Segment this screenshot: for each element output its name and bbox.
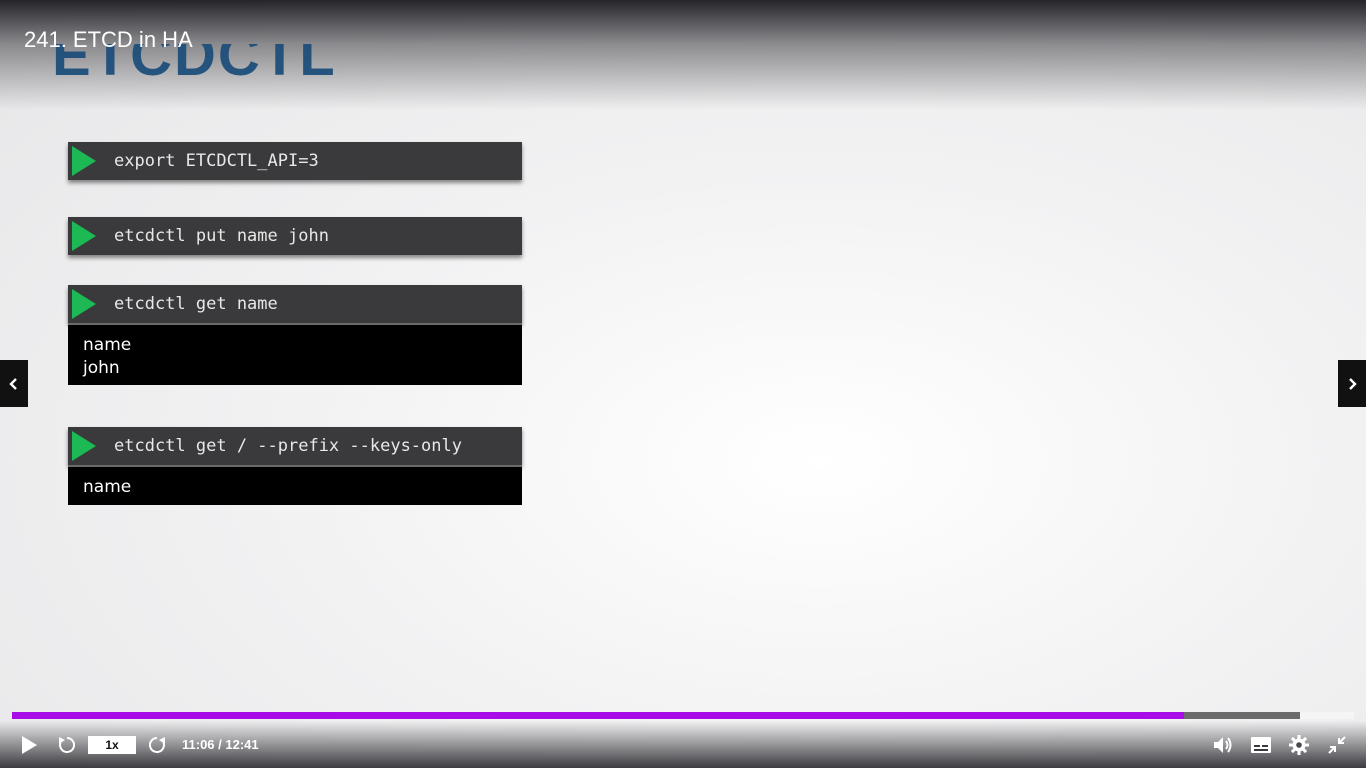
exit-fullscreen-button[interactable] [1324, 733, 1350, 757]
captions-button[interactable] [1248, 733, 1274, 757]
progress-played [12, 712, 1184, 719]
play-arrow-icon [72, 221, 96, 251]
play-arrow-icon [72, 289, 96, 319]
time-display: 11:06 / 12:41 [182, 737, 259, 752]
settings-button[interactable] [1286, 733, 1312, 757]
volume-button[interactable] [1210, 733, 1236, 757]
forward-icon [148, 736, 165, 753]
chevron-right-icon [1349, 377, 1357, 390]
video-title: 241. ETCD in HA [24, 27, 193, 52]
rewind-icon [59, 736, 76, 753]
progress-bar[interactable] [12, 712, 1354, 719]
command-output: name john [68, 323, 522, 385]
settings-icon [1289, 735, 1309, 755]
volume-icon [1214, 737, 1232, 753]
command-text: etcdctl get / --prefix --keys-only [114, 436, 462, 456]
command-text: export ETCDCTL_API=3 [114, 151, 319, 171]
command-block: etcdctl get name [68, 285, 522, 323]
forward-button[interactable] [144, 733, 170, 757]
player-controls: 1x 11:06 / 12:41 [0, 721, 1366, 768]
command-output: name [68, 465, 522, 505]
output-line: name [83, 335, 132, 355]
command-block: etcdctl get / --prefix --keys-only [68, 427, 522, 465]
next-slide-button[interactable] [1338, 360, 1366, 407]
playback-speed-button[interactable]: 1x [88, 736, 136, 754]
output-line: name [83, 477, 132, 497]
command-text: etcdctl put name john [114, 226, 329, 246]
chevron-left-icon [9, 377, 17, 390]
command-text: etcdctl get name [114, 294, 278, 314]
play-icon [22, 736, 37, 754]
previous-slide-button[interactable] [0, 360, 28, 407]
output-line: john [83, 358, 120, 378]
rewind-button[interactable] [54, 733, 80, 757]
play-button[interactable] [16, 733, 42, 757]
command-block: export ETCDCTL_API=3 [68, 142, 522, 180]
command-block: etcdctl put name john [68, 217, 522, 255]
exit-fullscreen-icon [1328, 736, 1346, 754]
captions-icon [1251, 737, 1271, 753]
play-arrow-icon [72, 146, 96, 176]
play-arrow-icon [72, 431, 96, 461]
